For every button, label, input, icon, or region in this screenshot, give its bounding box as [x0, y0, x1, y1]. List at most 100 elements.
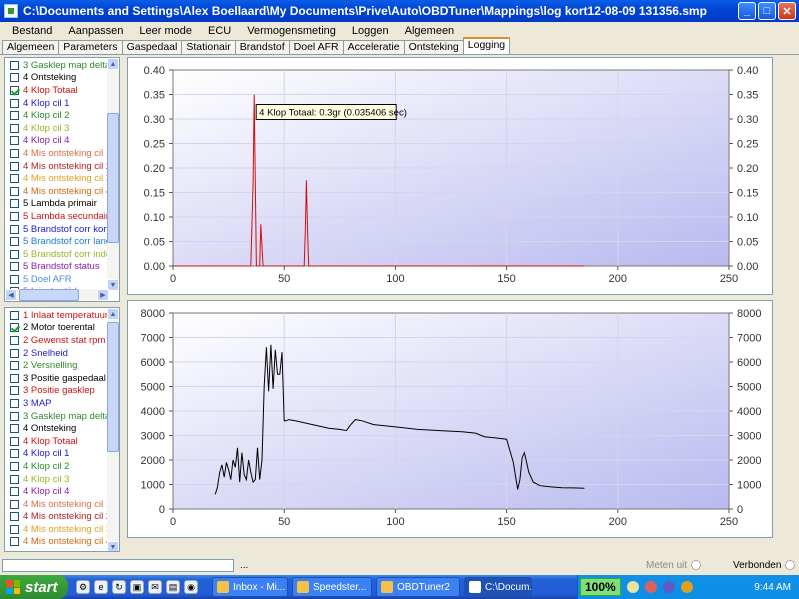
hscroll-thumb[interactable] [19, 289, 79, 301]
list-item[interactable]: 4 Mis ontsteking cil 1 [5, 147, 119, 160]
list-item[interactable]: 5 Brandstof corr index [5, 248, 119, 261]
list-item[interactable]: 5 Brandstof status [5, 261, 119, 274]
menu-aanpassen[interactable]: Aanpassen [60, 25, 131, 37]
tab-gaspedaal[interactable]: Gaspedaal [121, 40, 183, 54]
channel-checkbox[interactable] [10, 85, 19, 95]
list-item[interactable]: 3 MAP [5, 397, 119, 410]
channel-list-bottom[interactable]: 1 Inlaat temperatuur 2 Motor toerental 2 G… [4, 307, 120, 552]
refresh-icon[interactable]: ↻ [112, 580, 126, 594]
channel-checkbox[interactable] [10, 449, 19, 459]
list-item[interactable]: 4 Klop cil 3 [5, 473, 119, 486]
channel-checkbox[interactable] [10, 436, 19, 446]
list-item[interactable]: 4 Klop cil 3 [5, 122, 119, 135]
channel-checkbox[interactable] [10, 224, 19, 234]
channel-checkbox[interactable] [10, 487, 19, 497]
menu-bestand[interactable]: Bestand [4, 25, 60, 37]
channel-checkbox[interactable] [10, 537, 19, 547]
list-item[interactable]: 4 Mis ontsteking cil 1 [5, 498, 119, 511]
channel-checkbox[interactable] [10, 148, 19, 158]
menu-vermogensmeting[interactable]: Vermogensmeting [239, 25, 344, 37]
tab-ontsteking[interactable]: Ontsteking [403, 40, 464, 54]
channel-checkbox[interactable] [10, 274, 19, 284]
list-item[interactable]: 2 Versnelling [5, 359, 119, 372]
channel-checkbox[interactable] [10, 262, 19, 272]
channel-checkbox[interactable] [10, 174, 19, 184]
list-item[interactable]: 4 Klop cil 1 [5, 448, 119, 461]
task-obdtuner[interactable]: OBDTuner2 [376, 577, 460, 597]
channel-list-top[interactable]: 3 Gasklep map delta 4 Ontsteking 4 Klop To… [4, 57, 120, 302]
scroll-up-icon[interactable]: ▲ [107, 58, 119, 70]
channel-checkbox[interactable] [10, 386, 19, 396]
channel-checkbox[interactable] [10, 323, 19, 333]
channel-checkbox[interactable] [10, 474, 19, 484]
tray-volume-icon[interactable] [680, 581, 693, 593]
channel-checkbox[interactable] [10, 73, 19, 83]
desktop-icon[interactable]: ▤ [166, 580, 180, 594]
channel-checkbox[interactable] [10, 98, 19, 108]
scroll-left-icon[interactable]: ◀ [5, 289, 17, 301]
tab-doel-afr[interactable]: Doel AFR [288, 40, 344, 54]
list-item[interactable]: 2 Motor toerental [5, 322, 119, 335]
channel-checkbox[interactable] [10, 237, 19, 247]
list-item[interactable]: 5 Brandstof corr lang ( [5, 235, 119, 248]
meten-uit-radio-icon[interactable] [691, 560, 702, 570]
channel-checkbox[interactable] [10, 424, 19, 434]
list-item[interactable]: 4 Klop cil 4 [5, 135, 119, 148]
tab-stationair[interactable]: Stationair [181, 40, 236, 54]
list-item[interactable]: 5 Lambda secundair [5, 210, 119, 223]
task-speedster[interactable]: Speedster... [292, 577, 372, 597]
scroll-thumb[interactable] [107, 113, 119, 243]
channel-checkbox[interactable] [10, 373, 19, 383]
channel-checkbox[interactable] [10, 310, 19, 320]
list-item[interactable]: 4 Klop cil 2 [5, 460, 119, 473]
list-item[interactable]: 1 Inlaat temperatuur [5, 309, 119, 322]
channel-checkbox[interactable] [10, 461, 19, 471]
list-item[interactable]: 3 Gasklep map delta [5, 410, 119, 423]
channel-checkbox[interactable] [10, 249, 19, 259]
channel-checkbox[interactable] [10, 512, 19, 522]
channel-checkbox[interactable] [10, 60, 19, 70]
list-item[interactable]: 4 Klop cil 1 [5, 97, 119, 110]
list-item[interactable]: 4 Klop Totaal [5, 435, 119, 448]
scroll-right-icon[interactable]: ▶ [97, 289, 109, 301]
channel-checkbox[interactable] [10, 348, 19, 358]
tab-logging[interactable]: Logging [462, 37, 511, 54]
list-item[interactable]: 3 Positie gasklep [5, 385, 119, 398]
menu-ecu[interactable]: ECU [200, 25, 239, 37]
scroll-thumb[interactable] [107, 322, 119, 452]
channel-checkbox[interactable] [10, 211, 19, 221]
verbonden-radio-icon[interactable] [785, 560, 796, 570]
firefox-icon[interactable]: ◉ [184, 580, 198, 594]
menu-loggen[interactable]: Loggen [344, 25, 397, 37]
scroll-down-icon[interactable]: ▼ [107, 541, 119, 551]
channel-checkbox[interactable] [10, 136, 19, 146]
list-item[interactable]: 4 Klop cil 2 [5, 109, 119, 122]
list-item[interactable]: 4 Mis ontsteking cil 2 [5, 160, 119, 173]
menu-algemeen[interactable]: Algemeen [397, 25, 463, 37]
channel-checkbox[interactable] [10, 361, 19, 371]
channel-checkbox[interactable] [10, 199, 19, 209]
task-inbox[interactable]: Inbox - Mi... [212, 577, 288, 597]
horizontal-scrollbar[interactable]: ◀ ▶ [5, 289, 109, 301]
list-item[interactable]: 4 Mis ontsteking cil 2 [5, 511, 119, 524]
task-cdocuments[interactable]: C:\Docum... [464, 577, 532, 597]
ie-icon[interactable]: e [94, 580, 108, 594]
list-item[interactable]: 4 Klop Totaal [5, 84, 119, 97]
list-item[interactable]: 4 Klop cil 4 [5, 485, 119, 498]
channel-checkbox[interactable] [10, 524, 19, 534]
maximize-button[interactable]: □ [758, 2, 776, 20]
channel-checkbox[interactable] [10, 186, 19, 196]
list-item[interactable]: 5 Doel AFR [5, 273, 119, 286]
tray-network-icon[interactable] [662, 581, 675, 593]
scroll-up-icon[interactable]: ▲ [107, 308, 119, 320]
list-item[interactable]: 3 Gasklep map delta [5, 59, 119, 72]
outlook-icon[interactable]: ✉ [148, 580, 162, 594]
list-item[interactable]: 4 Mis ontsteking cil 3 [5, 172, 119, 185]
tab-parameters[interactable]: Parameters [58, 40, 123, 54]
list-item[interactable]: 2 Snelheid [5, 347, 119, 360]
close-button[interactable]: ✕ [778, 2, 796, 20]
menu-leer-mode[interactable]: Leer mode [131, 25, 200, 37]
list-item[interactable]: 5 Brandstof corr kort [5, 223, 119, 236]
channel-checkbox[interactable] [10, 111, 19, 121]
list-item[interactable]: 4 Ontsteking [5, 72, 119, 85]
